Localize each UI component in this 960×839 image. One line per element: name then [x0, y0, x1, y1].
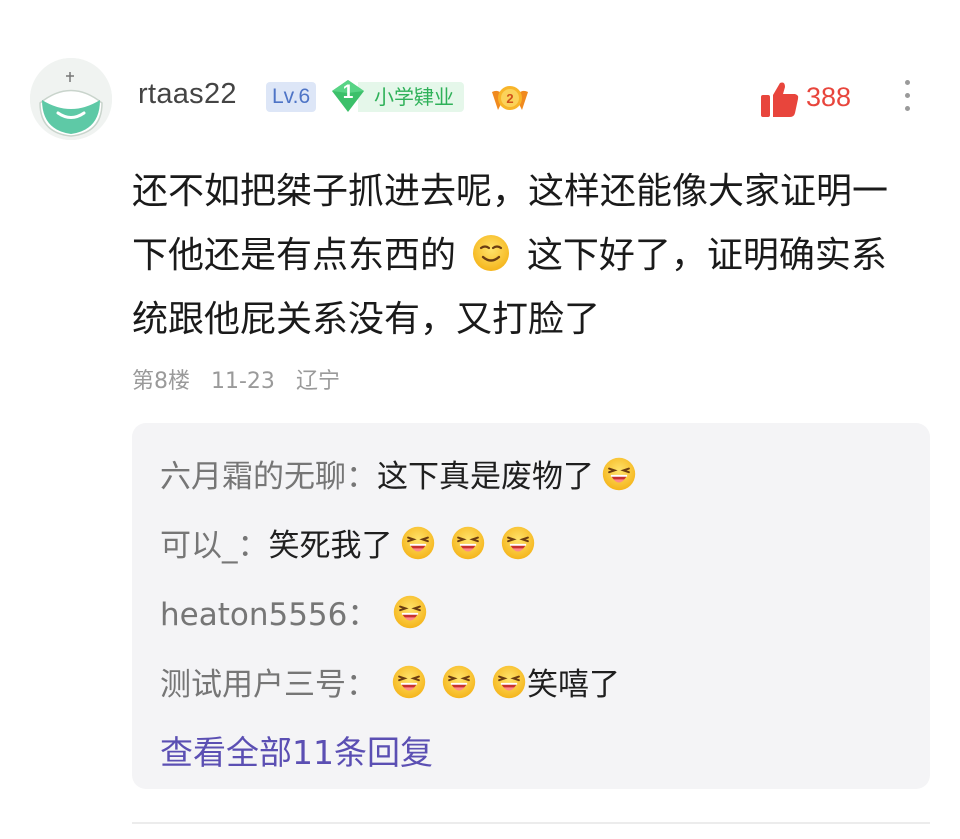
view-all-replies-link[interactable]: 查看全部11条回复	[160, 726, 433, 774]
floor-label: 第8楼	[132, 369, 190, 394]
laughing-emoji-icon	[491, 664, 527, 700]
level-badge: Lv.6	[266, 82, 317, 112]
laughing-emoji-icon	[391, 664, 427, 700]
reply-author[interactable]: 测试用户三号：	[160, 667, 377, 703]
smile-emoji-icon	[471, 233, 511, 273]
reply-item[interactable]: heaton5556：	[160, 589, 435, 634]
thumbs-up-icon[interactable]	[760, 80, 800, 118]
reply-author[interactable]: 可以_：	[160, 528, 269, 564]
username[interactable]: rtaas22	[138, 78, 237, 111]
reply-item[interactable]: 测试用户三号： 笑嘻了	[160, 659, 620, 704]
medal-icon: 2	[492, 86, 528, 110]
laughing-emoji-icon	[400, 525, 436, 561]
reply-item[interactable]: 六月霜的无聊：这下真是废物了	[160, 451, 644, 496]
masked-face-avatar-icon	[30, 58, 112, 140]
user-avatar[interactable]	[30, 58, 112, 140]
like-count: 388	[806, 82, 852, 112]
laughing-emoji-icon	[601, 456, 637, 492]
rank-title: 小学肄业	[358, 82, 464, 112]
laughing-emoji-icon	[392, 594, 428, 630]
laughing-emoji-icon	[450, 525, 486, 561]
reply-box[interactable]: 六月霜的无聊：这下真是废物了 可以_：笑死我了 heaton5556： 测试用户…	[132, 423, 930, 789]
laughing-emoji-icon	[500, 525, 536, 561]
reply-author[interactable]: 六月霜的无聊：	[160, 459, 377, 495]
post-location: 辽宁	[295, 369, 340, 394]
reply-item[interactable]: 可以_：笑死我了	[160, 520, 543, 565]
reply-text: 这下真是废物了	[377, 459, 594, 495]
reply-author[interactable]: heaton5556：	[160, 597, 378, 633]
reply-tail-text: 笑嘻了	[527, 667, 620, 703]
post-date: 11-23	[211, 369, 275, 394]
rank-number: 1	[342, 82, 354, 103]
post-meta: 第8楼 11-23 辽宁	[132, 363, 354, 395]
medal-number: 2	[506, 91, 513, 106]
divider	[132, 822, 930, 824]
post-content: 还不如把桀子抓进去呢，这样还能像大家证明一下他还是有点东西的 这下好了，证明确实…	[132, 160, 922, 352]
reply-text: 笑死我了	[268, 528, 393, 564]
laughing-emoji-icon	[441, 664, 477, 700]
more-vertical-icon[interactable]	[900, 80, 914, 116]
